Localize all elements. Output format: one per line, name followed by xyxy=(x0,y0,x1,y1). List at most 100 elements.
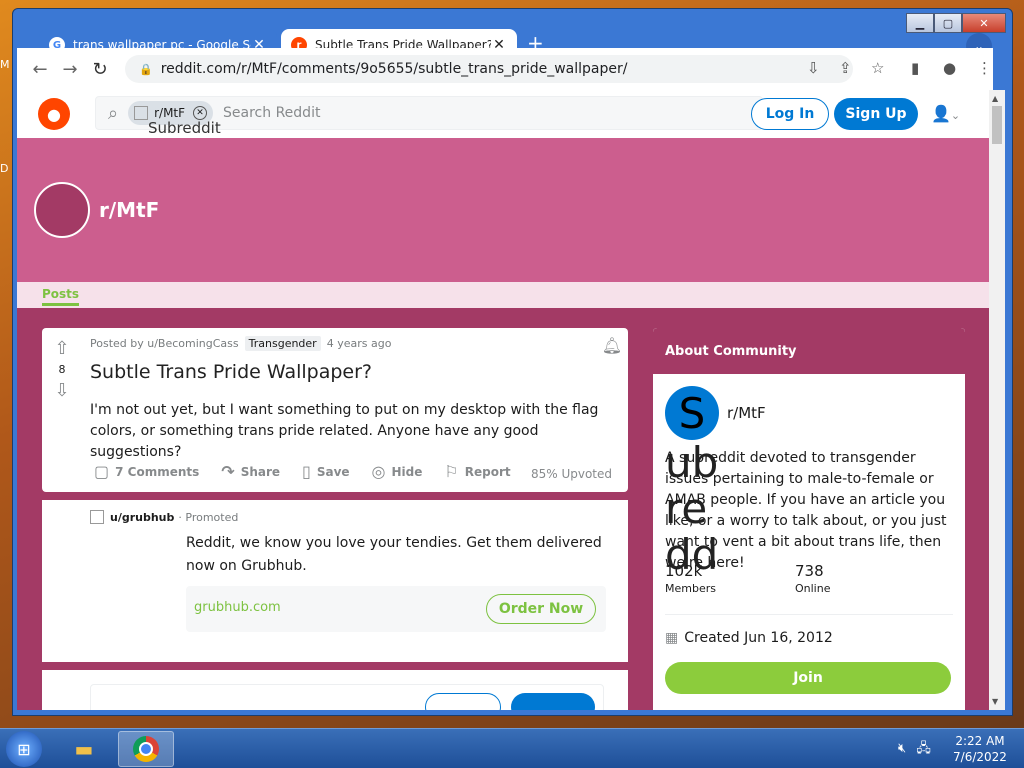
post-title: Subtle Trans Pride Wallpaper? xyxy=(90,361,372,383)
subreddit-avatar xyxy=(34,182,90,238)
online-label: Online xyxy=(795,582,831,595)
login-button[interactable]: Log In xyxy=(751,98,829,130)
system-tray: 🔇︎ 🖧︎ xyxy=(898,739,931,761)
order-now-button[interactable]: Order Now xyxy=(486,594,596,624)
comments-label: 7 Comments xyxy=(115,464,200,479)
sidepanel-icon[interactable]: ▮ xyxy=(911,59,919,77)
hide-label: Hide xyxy=(391,464,423,479)
chrome-taskbar-button[interactable] xyxy=(118,731,174,767)
forward-icon[interactable]: → xyxy=(55,59,85,80)
save-label: Save xyxy=(316,464,350,479)
share-arrow-icon: ↷ xyxy=(221,462,235,481)
lock-icon[interactable]: 🔒 xyxy=(139,63,153,76)
scroll-down-arrow[interactable]: ▼ xyxy=(992,697,998,706)
members-label: Members xyxy=(665,582,716,595)
post-actions: ▢ 7 Comments ↷ Share ▯ Save ◎ Hide ⚐ Report xyxy=(94,462,533,481)
tab-posts[interactable]: Posts xyxy=(42,287,80,306)
user-menu[interactable]: 👤⌄ xyxy=(931,104,960,123)
promoted-post: u/grubhub · Promoted Reddit, we know you… xyxy=(42,500,628,662)
chip-label: r/MtF xyxy=(154,106,186,120)
report-label: Report xyxy=(464,464,511,479)
search-input[interactable]: Search Reddit xyxy=(223,105,320,121)
share-label: Share xyxy=(240,464,281,479)
login-button[interactable] xyxy=(425,693,501,710)
desktop-icon-label: D xyxy=(0,162,9,175)
subreddit-banner xyxy=(17,138,989,282)
signup-button[interactable] xyxy=(511,693,595,710)
about-community: About Community S r/MtF A subreddit devo… xyxy=(653,328,965,710)
address-bar[interactable]: 🔒 reddit.com/r/MtF/comments/9o5655/subtl… xyxy=(125,55,853,83)
report-button[interactable]: ⚐ Report xyxy=(444,462,510,481)
page-viewport: ● ⌕ r/MtF ✕ Search Reddit Subreddit Icon… xyxy=(17,90,989,710)
members-count: 102k xyxy=(665,562,703,580)
scroll-thumb[interactable] xyxy=(992,106,1002,144)
community-avatar: S xyxy=(665,386,719,440)
reload-icon[interactable]: ↻ xyxy=(85,59,115,80)
reddit-header: ● ⌕ r/MtF ✕ Search Reddit Subreddit Icon… xyxy=(17,90,989,152)
login-prompt xyxy=(90,684,604,710)
upvote-ratio: 85% Upvoted xyxy=(530,467,612,481)
star-icon[interactable]: ☆ xyxy=(871,59,884,77)
promo-text: Reddit, we know you love your tendies. G… xyxy=(186,535,602,574)
image-alt-text: ubredd xyxy=(665,438,719,579)
chevron-down-icon: ⌄ xyxy=(950,109,961,122)
folder-icon[interactable]: ▬ xyxy=(56,731,112,767)
promo-domain[interactable]: grubhub.com xyxy=(194,600,281,615)
post-age: 4 years ago xyxy=(326,337,392,350)
post-flair[interactable]: Transgender xyxy=(244,336,321,351)
back-icon[interactable]: ← xyxy=(25,59,55,80)
broken-image xyxy=(90,510,104,524)
system-clock[interactable]: 2:22 AM 7/6/2022 xyxy=(950,733,1010,765)
reddit-logo[interactable]: ● xyxy=(38,98,70,130)
post-body: I'm not out yet, but I want something to… xyxy=(90,402,599,460)
login-prompt-card xyxy=(42,670,628,710)
scrollbar[interactable]: ▲ ▼ xyxy=(989,90,1005,710)
signup-button[interactable]: Sign Up xyxy=(834,98,918,130)
vote-count: 8 xyxy=(58,363,66,376)
profile-icon[interactable]: ● xyxy=(943,59,956,77)
taskbar: ⊞ ▬ 🔇︎ 🖧︎ 2:22 AM 7/6/2022 xyxy=(0,728,1024,768)
hide-button[interactable]: ◎ Hide xyxy=(372,462,423,481)
posted-by[interactable]: Posted by u/BecomingCass xyxy=(90,337,239,350)
clock-date: 7/6/2022 xyxy=(953,750,1007,764)
url-text[interactable]: reddit.com/r/MtF/comments/9o5655/subtle_… xyxy=(161,61,628,77)
about-header: About Community xyxy=(653,328,965,374)
network-icon[interactable]: 🖧︎ xyxy=(916,741,931,756)
share-button[interactable]: ↷ Share xyxy=(221,462,280,481)
menu-icon[interactable]: ⋮ xyxy=(977,59,992,77)
flag-icon: ⚐ xyxy=(444,462,459,481)
subreddit-title: r/MtF xyxy=(99,198,160,222)
calendar-icon: ▦ xyxy=(665,630,679,646)
members-stat: 102k Members xyxy=(665,562,716,595)
save-button[interactable]: ▯ Save xyxy=(302,462,350,481)
close-icon[interactable]: ✕ xyxy=(193,106,208,120)
promo-meta: u/grubhub · Promoted xyxy=(90,510,238,524)
created-date: ▦ Created Jun 16, 2012 xyxy=(665,630,833,646)
community-name[interactable]: r/MtF xyxy=(727,404,766,422)
online-count: 738 xyxy=(795,562,824,580)
promoted-label: · Promoted xyxy=(178,510,239,524)
hide-icon: ◎ xyxy=(371,462,386,481)
post-meta: Posted by u/BecomingCass Transgender 4 y… xyxy=(90,336,391,351)
chrome-icon xyxy=(133,736,159,762)
vote-column: ⇧ 8 ⇩ xyxy=(42,328,82,401)
broken-image xyxy=(134,106,149,120)
bell-icon[interactable]: 🔔︎ xyxy=(602,336,622,355)
promo-user[interactable]: u/grubhub xyxy=(110,511,174,524)
desktop-icon-label: M xyxy=(0,58,10,71)
install-icon[interactable]: ⇩ xyxy=(807,59,820,77)
start-button[interactable]: ⊞ xyxy=(6,731,42,767)
share-icon[interactable]: ⇪ xyxy=(839,59,852,77)
comments-button[interactable]: ▢ 7 Comments xyxy=(94,462,199,481)
upvote-icon[interactable]: ⇧ xyxy=(42,338,82,359)
join-button[interactable]: Join xyxy=(665,662,951,694)
scroll-up-arrow[interactable]: ▲ xyxy=(992,94,998,103)
post-card: ⇧ 8 ⇩ Posted by u/BecomingCass Transgend… xyxy=(42,328,628,492)
promo-link-box[interactable]: grubhub.com Order Now xyxy=(186,586,606,632)
divider xyxy=(665,614,953,615)
downvote-icon[interactable]: ⇩ xyxy=(42,380,82,401)
volume-muted-icon[interactable]: 🔇︎ xyxy=(898,741,906,756)
bookmark-icon: ▯ xyxy=(302,462,311,481)
comment-icon: ▢ xyxy=(94,462,110,481)
created-text: Created Jun 16, 2012 xyxy=(684,630,833,646)
